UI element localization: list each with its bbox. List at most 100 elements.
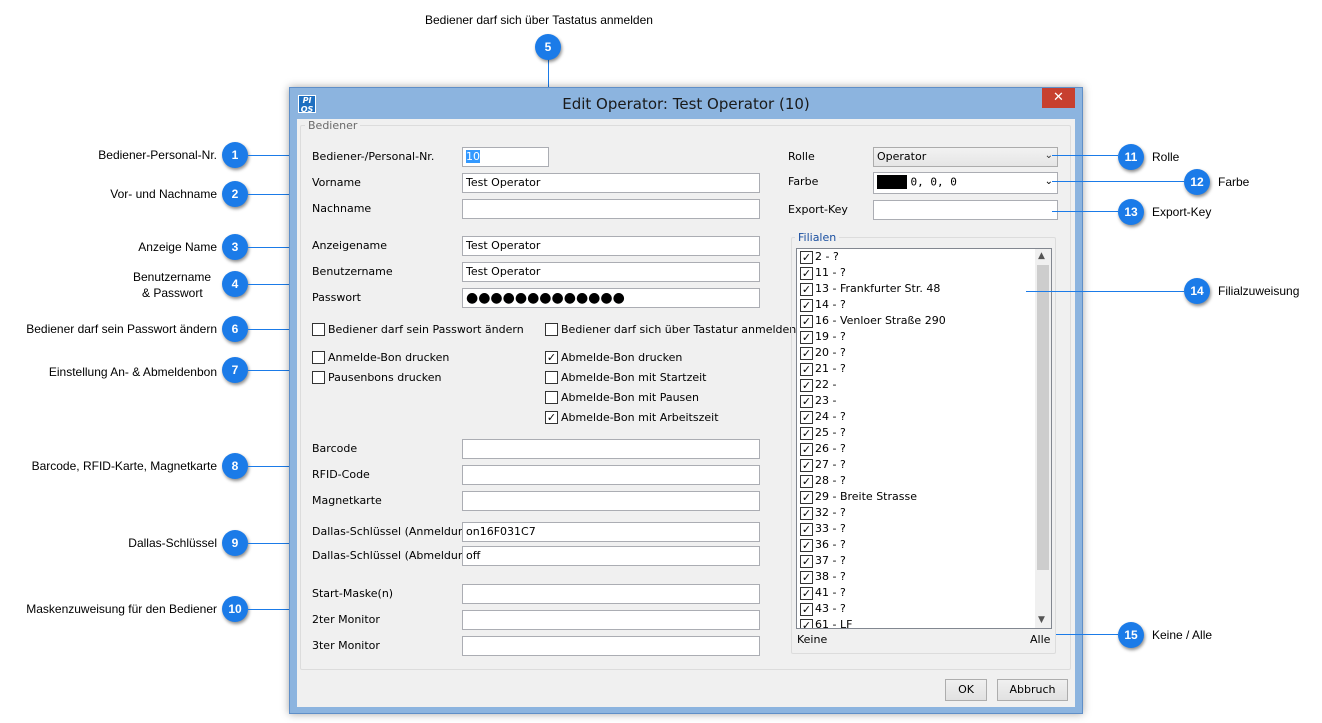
keine-link[interactable]: Keine <box>797 633 827 646</box>
filiale-checkbox[interactable]: ✓ <box>800 570 813 584</box>
monitor3-field[interactable] <box>462 636 760 656</box>
vorname-field[interactable]: Test Operator <box>462 173 760 193</box>
dallas-abmeldung-field[interactable]: off <box>462 546 760 566</box>
anmelde-bon-checkbox[interactable] <box>312 351 325 364</box>
annotation-bubble-9: 9 <box>222 530 248 556</box>
rolle-dropdown[interactable]: Operator ⌄ <box>873 147 1058 167</box>
filiale-list-item[interactable]: ✓ 32 - ? <box>800 506 846 522</box>
filiale-list-item[interactable]: ✓ 26 - ? <box>800 442 846 458</box>
filiale-list-item[interactable]: ✓ 29 - Breite Strasse <box>800 490 917 506</box>
abmelde-pausen-checkbox[interactable] <box>545 391 558 404</box>
filiale-list-item[interactable]: ✓ 23 - <box>800 394 836 410</box>
scroll-down-icon[interactable]: ▼ <box>1038 615 1045 625</box>
filiale-checkbox[interactable]: ✓ <box>800 298 813 312</box>
filiale-list-item[interactable]: ✓ 24 - ? <box>800 410 846 426</box>
scroll-thumb[interactable] <box>1037 265 1049 570</box>
filiale-list-item[interactable]: ✓ 19 - ? <box>800 330 846 346</box>
dallas-anmeldung-label: Dallas-Schlüssel (Anmeldung) <box>312 525 477 538</box>
filiale-checkbox[interactable]: ✓ <box>800 586 813 600</box>
filiale-checkbox[interactable]: ✓ <box>800 330 813 344</box>
annotation-label-13: Export-Key <box>1152 205 1212 219</box>
annotation-label-4b: & Passwort <box>142 286 203 300</box>
annotation-label-15: Keine / Alle <box>1152 628 1213 642</box>
filiale-label: 24 - ? <box>815 410 846 423</box>
passwort-field[interactable]: ●●●●●●●●●●●●● <box>462 288 760 308</box>
filialen-list[interactable]: ✓ 2 - ? ✓ 11 - ? ✓ 13 - Frankfurter Str. 48 ✓ 1… <box>796 248 1052 629</box>
filiale-checkbox[interactable]: ✓ <box>800 490 813 504</box>
filiale-list-item[interactable]: ✓ 13 - Frankfurter Str. 48 <box>800 282 940 298</box>
annotation-bubble-1: 1 <box>222 142 248 168</box>
rfid-field[interactable] <box>462 465 760 485</box>
filiale-list-item[interactable]: ✓ 25 - ? <box>800 426 846 442</box>
magnetkarte-field[interactable] <box>462 491 760 511</box>
filiale-checkbox[interactable]: ✓ <box>800 458 813 472</box>
filiale-list-item[interactable]: ✓ 37 - ? <box>800 554 846 570</box>
filiale-list-item[interactable]: ✓ 16 - Venloer Straße 290 <box>800 314 946 330</box>
filiale-checkbox[interactable]: ✓ <box>800 474 813 488</box>
filiale-label: 61 - LF <box>815 618 853 629</box>
filiale-checkbox[interactable]: ✓ <box>800 266 813 280</box>
filiale-list-item[interactable]: ✓ 61 - LF <box>800 618 853 629</box>
nachname-field[interactable] <box>462 199 760 219</box>
filiale-list-item[interactable]: ✓ 20 - ? <box>800 346 846 362</box>
filiale-checkbox[interactable]: ✓ <box>800 378 813 392</box>
filiale-label: 20 - ? <box>815 346 846 359</box>
tastatur-anmelden-checkbox[interactable] <box>545 323 558 336</box>
filiale-checkbox[interactable]: ✓ <box>800 506 813 520</box>
filiale-checkbox[interactable]: ✓ <box>800 538 813 552</box>
filiale-checkbox[interactable]: ✓ <box>800 426 813 440</box>
ok-button[interactable]: OK <box>945 679 987 701</box>
filiale-label: 36 - ? <box>815 538 846 551</box>
farbe-dropdown[interactable]: 0, 0, 0 ⌄ <box>873 172 1058 194</box>
filiale-list-item[interactable]: ✓ 41 - ? <box>800 586 846 602</box>
filiale-checkbox[interactable]: ✓ <box>800 394 813 408</box>
filiale-checkbox[interactable]: ✓ <box>800 602 813 616</box>
dallas-anmeldung-field[interactable]: on16F031C7 <box>462 522 760 542</box>
filiale-checkbox[interactable]: ✓ <box>800 282 813 296</box>
filiale-checkbox[interactable]: ✓ <box>800 442 813 456</box>
close-button[interactable]: ✕ <box>1042 88 1075 108</box>
filiale-checkbox[interactable]: ✓ <box>800 410 813 424</box>
passwort-aendern-checkbox[interactable] <box>312 323 325 336</box>
exportkey-field[interactable] <box>873 200 1058 220</box>
filiale-list-item[interactable]: ✓ 2 - ? <box>800 250 839 266</box>
rolle-label: Rolle <box>788 150 815 163</box>
annotation-bubble-6: 6 <box>222 316 248 342</box>
pausenbons-checkbox[interactable] <box>312 371 325 384</box>
filiale-checkbox[interactable]: ✓ <box>800 362 813 376</box>
filiale-checkbox[interactable]: ✓ <box>800 618 813 628</box>
filiale-checkbox[interactable]: ✓ <box>800 554 813 568</box>
filiale-list-item[interactable]: ✓ 21 - ? <box>800 362 846 378</box>
filiale-checkbox[interactable]: ✓ <box>800 346 813 360</box>
filiale-list-item[interactable]: ✓ 22 - <box>800 378 836 394</box>
barcode-field[interactable] <box>462 439 760 459</box>
filiale-label: 2 - ? <box>815 250 839 263</box>
filiale-list-item[interactable]: ✓ 14 - ? <box>800 298 846 314</box>
abmelde-bon-checkbox[interactable]: ✓ <box>545 351 558 364</box>
filiale-list-item[interactable]: ✓ 27 - ? <box>800 458 846 474</box>
filialen-scrollbar[interactable]: ▲ ▼ <box>1035 249 1051 628</box>
anzeigename-field[interactable]: Test Operator <box>462 236 760 256</box>
title-bar[interactable]: PI OS Edit Operator: Test Operator (10) … <box>290 88 1082 120</box>
annotation-line-13 <box>1052 211 1118 212</box>
benutzername-field[interactable]: Test Operator <box>462 262 760 282</box>
filiale-list-item[interactable]: ✓ 11 - ? <box>800 266 846 282</box>
filiale-checkbox[interactable]: ✓ <box>800 314 813 328</box>
abmelde-startzeit-checkbox[interactable] <box>545 371 558 384</box>
personal-nr-field[interactable]: 10 <box>462 147 549 167</box>
filiale-list-item[interactable]: ✓ 36 - ? <box>800 538 846 554</box>
filiale-list-item[interactable]: ✓ 43 - ? <box>800 602 846 618</box>
scroll-up-icon[interactable]: ▲ <box>1038 251 1045 261</box>
startmaske-field[interactable] <box>462 584 760 604</box>
monitor2-field[interactable] <box>462 610 760 630</box>
filiale-checkbox[interactable]: ✓ <box>800 522 813 536</box>
abmelde-arbeitszeit-checkbox[interactable]: ✓ <box>545 411 558 424</box>
abmelde-pausen-label: Abmelde-Bon mit Pausen <box>561 391 700 404</box>
filiale-list-item[interactable]: ✓ 38 - ? <box>800 570 846 586</box>
filiale-list-item[interactable]: ✓ 28 - ? <box>800 474 846 490</box>
filiale-list-item[interactable]: ✓ 33 - ? <box>800 522 846 538</box>
personal-nr-label: Bediener-/Personal-Nr. <box>312 150 435 163</box>
filiale-checkbox[interactable]: ✓ <box>800 250 813 264</box>
alle-link[interactable]: Alle <box>1030 633 1050 646</box>
abbruch-button[interactable]: Abbruch <box>997 679 1068 701</box>
